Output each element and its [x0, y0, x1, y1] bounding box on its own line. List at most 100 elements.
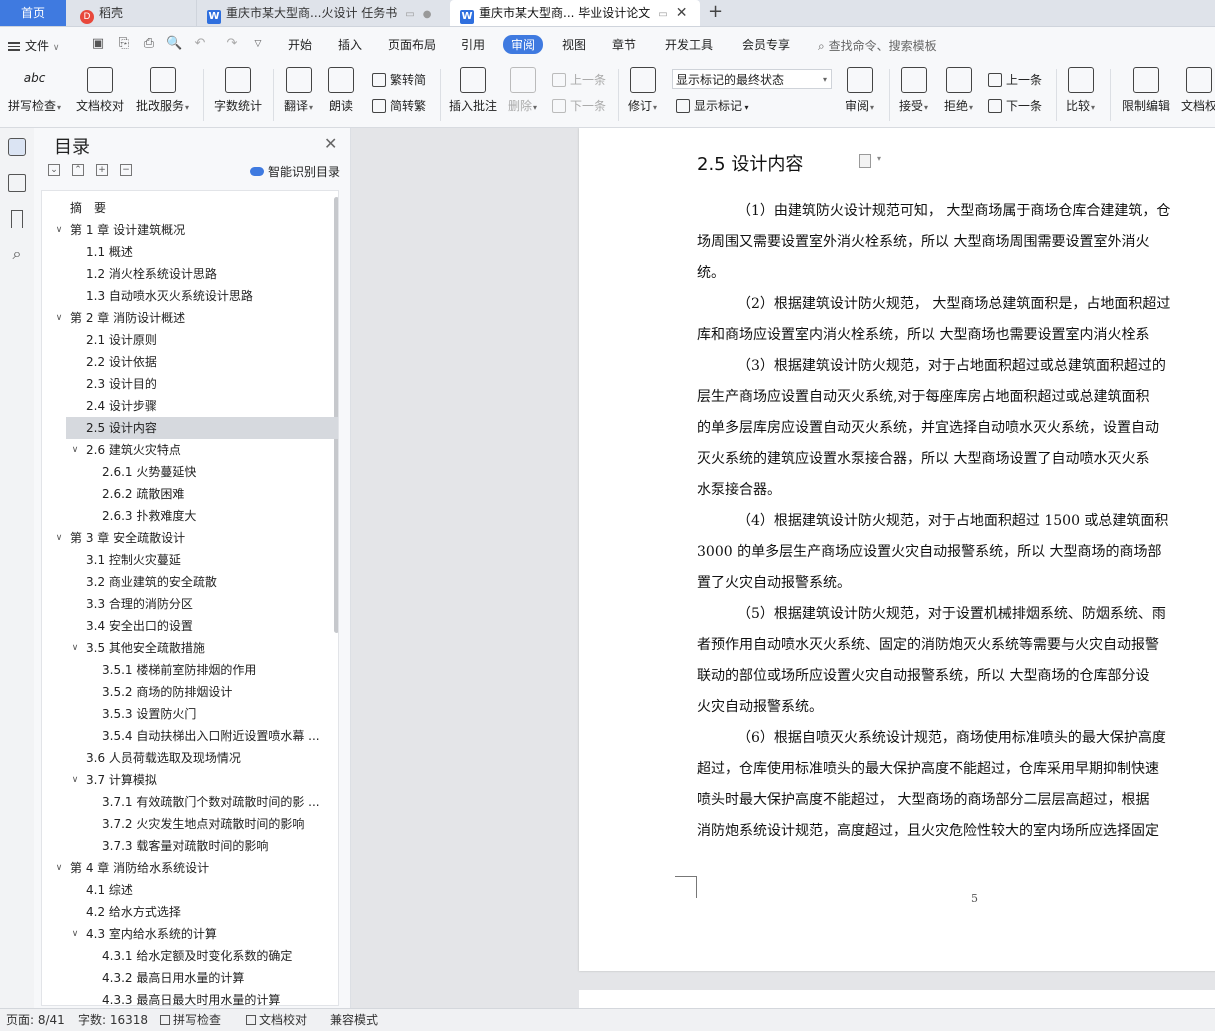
toc-item[interactable]: 2.6.1 火势蔓延快 [102, 461, 324, 483]
markup-state-select[interactable]: 显示标记的最终状态 ▾ [672, 69, 832, 89]
toc-item[interactable]: 1.2 消火栓系统设计思路 [86, 263, 324, 285]
remove-heading-icon[interactable]: − [120, 164, 132, 176]
close-icon[interactable]: ✕ [324, 134, 337, 153]
toc-item[interactable]: 2.4 设计步骤 [86, 395, 324, 417]
tab-page-layout[interactable]: 页面布局 [388, 36, 436, 53]
insert-comment-button[interactable]: 插入批注 [449, 67, 497, 114]
export-pdf-icon[interactable]: ⎘ [116, 36, 132, 52]
expand-toggle-icon[interactable]: ∨ [54, 527, 64, 549]
tab-start[interactable]: 开始 [288, 36, 312, 53]
toc-item[interactable]: 第 2 章 消防设计概述 [70, 307, 324, 329]
toc-item[interactable]: 2.3 设计目的 [86, 373, 324, 395]
print-preview-icon[interactable]: 🔍 [166, 36, 182, 52]
toc-item[interactable]: 4.2 给水方式选择 [86, 901, 324, 923]
tab-document-thesis[interactable]: W 重庆市某大型商... 毕业设计论文 ▭ ✕ [450, 0, 700, 26]
prev-change-button[interactable]: 上一条 [988, 71, 1042, 88]
tab-daoke[interactable]: D 稻壳 [66, 0, 196, 26]
close-tab-icon[interactable]: ✕ [676, 5, 688, 21]
expand-toggle-icon[interactable]: ∨ [54, 857, 64, 879]
toc-item[interactable]: 3.5 其他安全疏散措施 [86, 637, 324, 659]
review-pane-button[interactable]: 审阅▾ [845, 67, 874, 114]
file-menu-button[interactable]: 文件 ∨ [8, 37, 59, 54]
toc-item[interactable]: 第 4 章 消防给水系统设计 [70, 857, 324, 879]
toc-item[interactable]: 3.5.2 商场的防排烟设计 [102, 681, 324, 703]
status-spell-check[interactable]: 拼写检查 [160, 1009, 221, 1031]
toc-item[interactable]: 2.6.2 疏散困难 [102, 483, 324, 505]
word-count-button[interactable]: 字数统计 [214, 67, 262, 114]
expand-up-icon[interactable]: ⌃ [72, 164, 84, 176]
new-tab-plus-icon[interactable]: + [708, 0, 723, 26]
toc-item[interactable]: 2.6.3 扑救难度大 [102, 505, 324, 527]
expand-toggle-icon[interactable]: ∨ [70, 923, 80, 945]
redo-icon[interactable]: ↷ [224, 36, 240, 52]
add-heading-icon[interactable]: + [96, 164, 108, 176]
tab-home[interactable]: 首页 [0, 0, 66, 26]
tab-document-task[interactable]: W 重庆市某大型商...火设计 任务书 ▭ ● [196, 0, 446, 26]
toc-item[interactable]: 3.5.4 自动扶梯出入口附近设置喷水幕 ... [102, 725, 324, 747]
batch-service-button[interactable]: 批改服务▾ [136, 67, 189, 114]
toc-item[interactable]: 4.3 室内给水系统的计算 [86, 923, 324, 945]
toc-item[interactable]: 3.2 商业建筑的安全疏散 [86, 571, 324, 593]
prev-comment-button[interactable]: 上一条 [552, 71, 606, 88]
next-page[interactable] [579, 990, 1215, 1008]
customize-quick-access-icon[interactable]: ▽ [250, 36, 266, 52]
tab-member[interactable]: 会员专享 [742, 36, 790, 53]
toc-item[interactable]: 3.7.2 火灾发生地点对疏散时间的影响 [102, 813, 324, 835]
bookmark-icon[interactable] [11, 210, 23, 228]
toc-item[interactable]: 3.1 控制火灾蔓延 [86, 549, 324, 571]
toc-scrollbar[interactable] [334, 197, 338, 633]
read-aloud-button[interactable]: 朗读 [328, 67, 354, 114]
collapse-all-icon[interactable]: ⌄ [48, 164, 60, 176]
accept-button[interactable]: 接受▾ [899, 67, 928, 114]
trad-to-simp-button[interactable]: 繁转简 [372, 71, 426, 88]
document-page[interactable]: ▾ 2.5 设计内容 5 （1）由建筑防火设计规范可知， 大型商场属于商场仓库合… [579, 128, 1215, 971]
expand-toggle-icon[interactable]: ∨ [54, 307, 64, 329]
show-markup-button[interactable]: 显示标记 ▾ [676, 97, 749, 114]
chevron-down-icon[interactable]: ▾ [877, 154, 881, 163]
tab-review[interactable]: 审阅 [503, 35, 544, 54]
tab-developer[interactable]: 开发工具 [665, 36, 713, 53]
smart-toc-button[interactable]: 智能识别目录 [250, 163, 340, 180]
toc-item[interactable]: 4.3.1 给水定额及时变化系数的确定 [102, 945, 324, 967]
tab-insert[interactable]: 插入 [338, 36, 362, 53]
paragraph-menu-icon[interactable] [859, 154, 871, 168]
expand-toggle-icon[interactable]: ∨ [70, 637, 80, 659]
tab-references[interactable]: 引用 [461, 36, 485, 53]
toc-item[interactable]: 3.6 人员荷载选取及现场情况 [86, 747, 324, 769]
delete-comment-button[interactable]: 删除▾ [508, 67, 537, 114]
toc-item[interactable]: 4.3.2 最高日用水量的计算 [102, 967, 324, 989]
toc-item[interactable]: 3.5.3 设置防火门 [102, 703, 324, 725]
translate-button[interactable]: 翻译▾ [284, 67, 313, 114]
navigation-pane-icon[interactable] [8, 174, 26, 192]
search-icon[interactable]: ⌕ [8, 246, 26, 264]
expand-toggle-icon[interactable]: ∨ [70, 769, 80, 791]
doc-check-button[interactable]: 文档校对 [76, 67, 124, 114]
tab-chapter[interactable]: 章节 [612, 36, 636, 53]
restrict-editing-button[interactable]: 限制编辑 [1122, 67, 1170, 114]
next-comment-button[interactable]: 下一条 [552, 97, 606, 114]
toc-item[interactable]: 2.2 设计依据 [86, 351, 324, 373]
toc-item[interactable]: 1.3 自动喷水灭火系统设计思路 [86, 285, 324, 307]
command-search[interactable]: ⌕ 查找命令、搜索模板 [818, 37, 937, 54]
simp-to-trad-button[interactable]: 简转繁 [372, 97, 426, 114]
toc-item[interactable]: 3.7 计算模拟 [86, 769, 324, 791]
doc-permission-button[interactable]: 文档权 [1181, 67, 1215, 114]
toc-item[interactable]: 1.1 概述 [86, 241, 324, 263]
compare-button[interactable]: 比较▾ [1066, 67, 1095, 114]
toc-item[interactable]: 3.7.1 有效疏散门个数对疏散时间的影 ... [102, 791, 324, 813]
toc-item[interactable]: 2.1 设计原则 [86, 329, 324, 351]
next-change-button[interactable]: 下一条 [988, 97, 1042, 114]
toc-item[interactable]: 3.5.1 楼梯前室防排烟的作用 [102, 659, 324, 681]
toc-panel-icon[interactable] [8, 138, 26, 156]
toc-item[interactable]: 3.7.3 载客量对疏散时间的影响 [102, 835, 324, 857]
tab-view[interactable]: 视图 [562, 36, 586, 53]
status-doc-check[interactable]: 文档校对 [246, 1009, 307, 1031]
toc-item[interactable]: 摘 要 [70, 197, 324, 219]
toc-item[interactable]: 3.3 合理的消防分区 [86, 593, 324, 615]
toc-item[interactable]: 第 3 章 安全疏散设计 [70, 527, 324, 549]
print-icon[interactable]: ⎙ [141, 36, 157, 52]
track-changes-button[interactable]: 修订▾ [628, 67, 657, 114]
spell-check-button[interactable]: abc 拼写检查▾ [8, 67, 61, 114]
toc-item[interactable]: 4.1 综述 [86, 879, 324, 901]
toc-item[interactable]: 2.6 建筑火灾特点 [86, 439, 324, 461]
